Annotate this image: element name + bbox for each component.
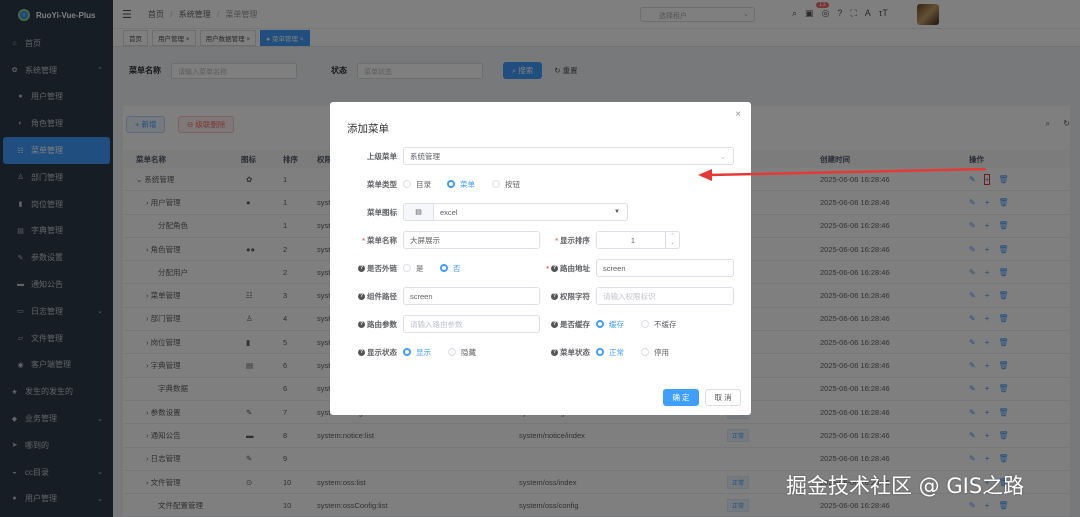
status-label-text: 菜单状态 — [560, 347, 590, 357]
radio-circle — [403, 180, 411, 188]
route-path-field[interactable]: screen — [596, 259, 734, 277]
radio-circle — [403, 264, 411, 272]
radio-label: 否 — [453, 263, 461, 273]
status-radio-normal[interactable]: 正常 — [596, 343, 624, 361]
radio-label: 停用 — [654, 347, 669, 357]
cache-label-text: 是否缓存 — [560, 319, 590, 329]
cache-label: ? 是否缓存 — [538, 315, 590, 333]
watermark: 掘金技术社区 @ GIS之路 — [786, 474, 1025, 498]
question-icon[interactable]: ? — [551, 320, 558, 328]
question-icon[interactable]: ? — [551, 348, 558, 356]
row-type: 菜单类型 目录 菜单 按钮 — [330, 175, 751, 193]
order-label-text: 显示排序 — [560, 235, 590, 245]
param-label-text: 路由参数 — [367, 319, 397, 329]
radio-label: 隐藏 — [461, 347, 476, 357]
radio-label: 是 — [416, 263, 424, 273]
radio-label: 正常 — [609, 347, 624, 357]
row-icon: 菜单图标 ▤ excel ▼ — [330, 203, 751, 221]
parent-label: 上级菜单 — [330, 147, 397, 165]
type-radio-button[interactable]: 按钮 — [492, 175, 520, 193]
radio-circle-checked — [596, 348, 604, 356]
question-icon[interactable]: ? — [358, 348, 365, 356]
link-radio-no[interactable]: 否 — [440, 259, 461, 277]
perm-label: ? 权限字符 — [538, 287, 590, 305]
radio-circle — [448, 348, 456, 356]
caret-down-icon: ▼ — [614, 209, 620, 215]
question-icon[interactable]: ? — [358, 264, 365, 272]
permission-field[interactable]: 请输入权限标识 — [596, 287, 734, 305]
menu-icon-value: excel — [440, 207, 458, 217]
radio-label: 显示 — [416, 347, 431, 357]
parent-label-text: 上级菜单 — [367, 151, 397, 161]
radio-label: 按钮 — [505, 179, 520, 189]
parent-menu-select[interactable]: 系统管理 ⌄ — [403, 147, 734, 165]
confirm-button[interactable]: 确 定 — [663, 389, 699, 406]
perm-label-text: 权限字符 — [560, 291, 590, 301]
route-label-text: 路由地址 — [560, 263, 590, 273]
visible-radio-show[interactable]: 显示 — [403, 343, 431, 361]
visible-label: ? 显示状态 — [330, 343, 397, 361]
add-menu-dialog: 添加菜单 × 上级菜单 系统管理 ⌄ 菜单类型 目录 菜单 按钮 菜单图标 ▤ e… — [330, 102, 751, 415]
menu-icon-select[interactable]: ▤ excel ▼ — [403, 203, 628, 221]
param-label: ? 路由参数 — [330, 315, 397, 333]
radio-label: 缓存 — [609, 319, 624, 329]
row-component: ? 组件路径 screen ? 权限字符 请输入权限标识 — [330, 287, 751, 305]
radio-label: 不缓存 — [654, 319, 677, 329]
type-radio-menu[interactable]: 菜单 — [447, 175, 475, 193]
excel-icon: ▤ — [404, 204, 434, 220]
question-icon[interactable]: ? — [358, 292, 365, 300]
link-label: ? 是否外链 — [330, 259, 397, 277]
type-label: 菜单类型 — [330, 175, 397, 193]
chevron-down-icon: ⌄ — [719, 151, 726, 161]
type-radio-dir[interactable]: 目录 — [403, 175, 431, 193]
radio-circle — [492, 180, 500, 188]
radio-circle-checked — [403, 348, 411, 356]
name-label: * 菜单名称 — [362, 235, 397, 245]
radio-circle-checked — [440, 264, 448, 272]
stepper-arrows-icon[interactable]: ⌃ ⌄ — [665, 232, 679, 248]
radio-label: 菜单 — [460, 179, 475, 189]
question-icon[interactable]: ? — [551, 264, 558, 272]
visible-label-text: 显示状态 — [367, 347, 397, 357]
row-link: ? 是否外链 是 否 *? 路由地址 screen — [330, 259, 751, 277]
component-path-field[interactable]: screen — [403, 287, 540, 305]
parent-menu-value: 系统管理 — [410, 151, 440, 161]
order-stepper[interactable]: 1 ⌃ ⌄ — [596, 231, 680, 249]
row-param: ? 路由参数 请输入路由参数 ? 是否缓存 缓存 不缓存 — [330, 315, 751, 333]
radio-circle — [641, 320, 649, 328]
type-label-text: 菜单类型 — [367, 179, 397, 189]
link-label-text: 是否外链 — [367, 263, 397, 273]
row-visible: ? 显示状态 显示 隐藏 ? 菜单状态 正常 停用 — [330, 343, 751, 361]
radio-label: 目录 — [416, 179, 431, 189]
dialog-title: 添加菜单 — [347, 123, 389, 135]
route-label: *? 路由地址 — [546, 263, 590, 273]
visible-radio-hide[interactable]: 隐藏 — [448, 343, 476, 361]
close-icon[interactable]: × — [735, 109, 741, 120]
order-value: 1 — [630, 235, 636, 245]
component-label-text: 组件路径 — [367, 291, 397, 301]
question-icon[interactable]: ? — [358, 320, 365, 328]
component-label: ? 组件路径 — [330, 287, 397, 305]
row-name: * 菜单名称 大屏展示 * 显示排序 1 ⌃ ⌄ — [330, 231, 751, 249]
radio-circle-checked — [447, 180, 455, 188]
icon-label-text: 菜单图标 — [367, 207, 397, 217]
icon-label: 菜单图标 — [330, 203, 397, 221]
radio-circle-checked — [596, 320, 604, 328]
cache-radio-yes[interactable]: 缓存 — [596, 315, 624, 333]
row-parent: 上级菜单 系统管理 ⌄ — [330, 147, 751, 165]
radio-circle — [641, 348, 649, 356]
cache-radio-no[interactable]: 不缓存 — [641, 315, 677, 333]
status-radio-disabled[interactable]: 停用 — [641, 343, 669, 361]
menu-name-field[interactable]: 大屏展示 — [403, 231, 540, 249]
route-param-field[interactable]: 请输入路由参数 — [403, 315, 540, 333]
name-label-text: 菜单名称 — [367, 235, 397, 245]
status-label: ? 菜单状态 — [538, 343, 590, 361]
cancel-button[interactable]: 取 消 — [705, 389, 741, 406]
annotation-arrow — [698, 168, 987, 181]
order-label: * 显示排序 — [555, 235, 590, 245]
link-radio-yes[interactable]: 是 — [403, 259, 424, 277]
question-icon[interactable]: ? — [551, 292, 558, 300]
